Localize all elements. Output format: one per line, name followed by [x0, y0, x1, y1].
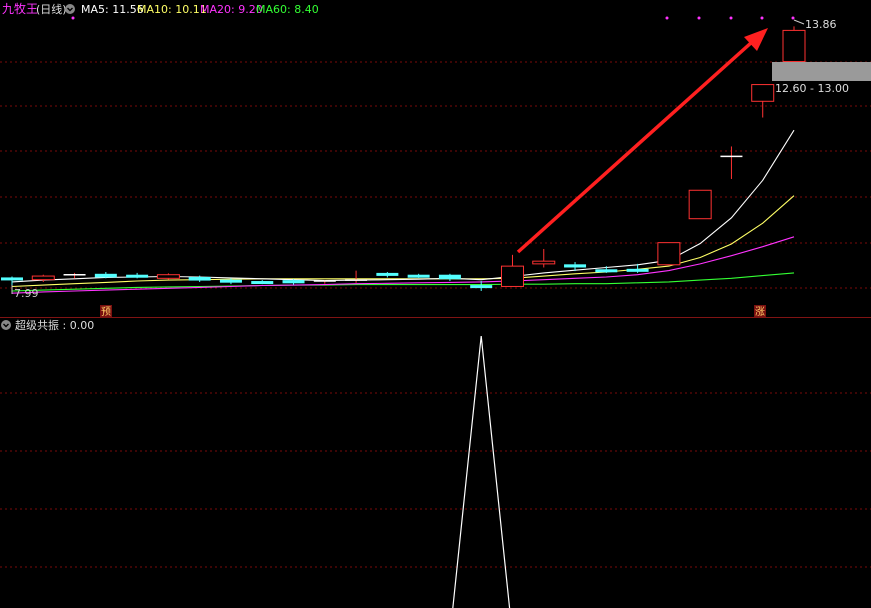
candle-body	[94, 273, 117, 278]
candle-body	[751, 84, 775, 102]
period-label: (日线)	[36, 2, 67, 16]
marker-yu: 预	[101, 306, 111, 318]
chevron-down-icon[interactable]	[65, 4, 75, 14]
candle	[500, 254, 524, 287]
candle	[251, 280, 274, 285]
ma20-legend: MA20: 9.20	[200, 3, 263, 16]
candle-body	[595, 269, 618, 273]
ma10-line	[11, 195, 795, 288]
candle-body	[31, 275, 55, 281]
candle-body	[470, 285, 493, 289]
indicator-grid	[0, 392, 871, 568]
chevron-down-icon[interactable]	[1, 320, 11, 330]
stock-name: 九牧王	[2, 2, 38, 16]
candle	[156, 273, 180, 280]
candle-body	[219, 279, 242, 283]
candle-body	[500, 265, 524, 287]
candle	[782, 26, 806, 63]
candle	[438, 273, 461, 282]
candle	[751, 84, 775, 118]
candle	[657, 242, 681, 266]
candle	[313, 280, 336, 284]
candle	[345, 270, 368, 283]
ma5-legend: MA5: 11.56	[81, 3, 144, 16]
candle	[688, 189, 712, 220]
candle	[720, 146, 743, 179]
candle-body	[188, 276, 211, 281]
indicator-title: 超级共振 : 0.00	[15, 318, 94, 332]
candle-body	[251, 281, 274, 285]
high-price-label: 13.86	[805, 18, 837, 31]
candle-body	[407, 274, 430, 278]
candle-body	[376, 272, 399, 276]
candle-body	[438, 274, 461, 280]
candle-body	[282, 280, 305, 284]
dot-icon	[71, 16, 75, 20]
signal-dots	[665, 16, 795, 20]
high-pointer	[793, 19, 805, 25]
ma10-legend: MA10: 10.11	[137, 3, 207, 16]
candle-body	[532, 260, 556, 265]
ma60-legend: MA60: 8.40	[256, 3, 319, 16]
candle-body	[688, 189, 712, 220]
price-grid	[0, 61, 871, 289]
candle-body	[782, 29, 806, 63]
candle	[94, 272, 117, 279]
candle-body	[156, 274, 180, 279]
marker-zhang: 涨	[755, 306, 765, 318]
low-price-label: 7.99	[14, 287, 39, 300]
candle-body	[1, 277, 23, 281]
candle	[376, 272, 399, 278]
candle-body	[126, 274, 149, 278]
ma-lines	[11, 129, 795, 294]
candle	[407, 273, 430, 278]
candle-body	[626, 268, 649, 272]
candle	[63, 272, 86, 279]
candle-body	[564, 264, 587, 268]
candle-body	[657, 242, 681, 266]
range-highlight	[772, 62, 871, 81]
candle	[532, 248, 556, 268]
candle	[126, 272, 149, 279]
range-label: 12.60 - 13.00	[775, 82, 849, 95]
indicator-chart[interactable]: 超级共振 : 0.00	[0, 318, 871, 608]
kline-chart[interactable]: 九牧王 (日线) MA5: 11.56 MA10: 10.11 MA20: 9.…	[0, 0, 871, 318]
